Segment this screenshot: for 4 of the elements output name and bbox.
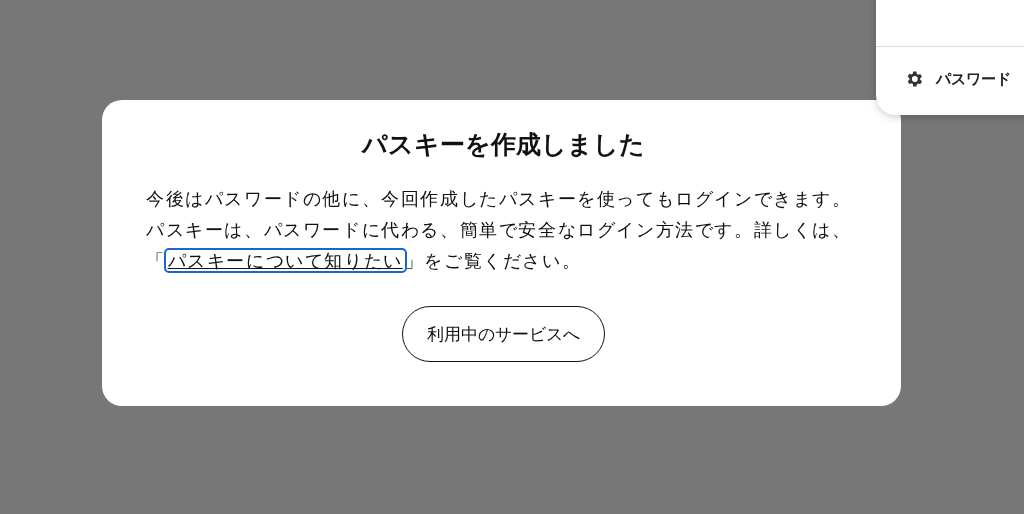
- passkey-info-link[interactable]: パスキーについて知りたい: [165, 250, 405, 271]
- menu-item[interactable]: パスワード: [904, 69, 1011, 89]
- continue-button[interactable]: 利用中のサービスへ: [402, 306, 605, 362]
- dialog-title: パスキーを作成しました: [360, 129, 646, 161]
